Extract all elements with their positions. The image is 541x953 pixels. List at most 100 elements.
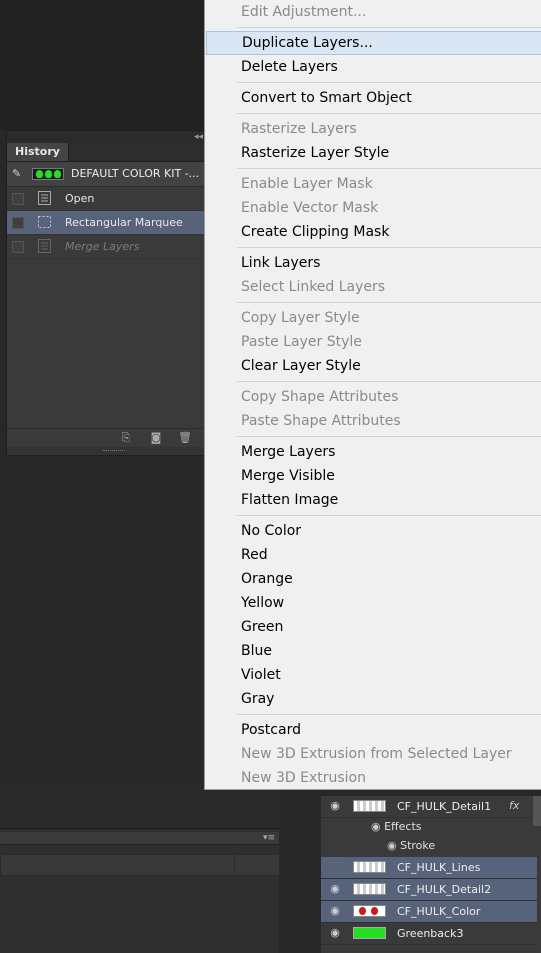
menu-item-red[interactable]: Red [206, 543, 541, 567]
eye-icon[interactable]: ◉ [329, 800, 341, 812]
fx-icon[interactable]: fx [509, 799, 519, 812]
menu-item-rasterize-layer-style[interactable]: Rasterize Layer Style [206, 141, 541, 165]
eye-icon[interactable]: ◉ [329, 905, 341, 917]
menu-item-gray[interactable]: Gray [206, 687, 541, 711]
effects-label-row[interactable]: ◉ Effects [371, 817, 422, 836]
document-icon [38, 191, 51, 205]
layer-name: CF_HULK_Color [397, 905, 481, 918]
menu-separator [237, 515, 541, 516]
tab-history[interactable]: History [7, 143, 69, 161]
panel-tabbar: ▾≡ [0, 832, 279, 845]
menu-item-enable-vector-mask: Enable Vector Mask [241, 200, 379, 216]
layer-row[interactable]: ◉ CF_HULK_Color [321, 901, 537, 923]
collapse-icon[interactable]: ◂◂ [194, 131, 203, 143]
lower-panel: ▾≡ [0, 786, 280, 953]
history-source-checkbox[interactable] [12, 241, 24, 253]
menu-item-merge-visible[interactable]: Merge Visible [206, 464, 541, 488]
trash-icon[interactable]: 🗑 [178, 431, 192, 444]
effects-label: Effects [384, 820, 422, 833]
layer-name: CF_HULK_Detail2 [397, 883, 492, 896]
layer-name: CF_HULK_Lines [397, 861, 481, 874]
eye-icon[interactable]: ◉ [329, 883, 341, 895]
menu-item-new-3d-extrusion: New 3D Extrusion [241, 770, 366, 786]
layer-thumbnail [353, 883, 386, 895]
menu-item-delete-layers[interactable]: Delete Layers [206, 55, 541, 79]
menu-separator [237, 247, 541, 248]
menu-separator [237, 82, 541, 83]
eye-icon[interactable]: ◉ [371, 820, 381, 833]
menu-separator [237, 27, 541, 28]
menu-item-clear-layer-style[interactable]: Clear Layer Style [206, 354, 541, 378]
menu-item-violet[interactable]: Violet [206, 663, 541, 687]
stroke-label: Stroke [400, 839, 436, 852]
layer-context-menu: Edit Adjustment... Duplicate Layers... Del… [204, 0, 541, 790]
layer-thumbnail [353, 927, 386, 939]
menu-item-create-clipping-mask[interactable]: Create Clipping Mask [206, 220, 541, 244]
document-icon [38, 239, 51, 253]
camera-snapshot-icon[interactable]: ◙ [149, 431, 163, 444]
stroke-effect-row[interactable]: ◉ Stroke [387, 836, 435, 855]
menu-item-new-3d-extrusion-from-selected-layer: New 3D Extrusion from Selected Layer [241, 746, 512, 762]
history-source-checkbox[interactable] [12, 217, 24, 229]
layer-name: Greenback3 [397, 927, 464, 940]
panel-menu-icon[interactable]: ▾≡ [263, 832, 275, 844]
history-source-checkbox[interactable] [12, 193, 24, 205]
menu-item-postcard[interactable]: Postcard [206, 718, 541, 742]
menu-separator [237, 168, 541, 169]
eye-icon[interactable]: ◉ [387, 839, 397, 852]
panel-resize-grip[interactable] [7, 447, 211, 455]
menu-item-merge-layers[interactable]: Merge Layers [206, 440, 541, 464]
layer-thumbnail [353, 800, 386, 812]
layers-scrollbar[interactable] [533, 796, 541, 826]
history-step-label: Open [65, 192, 95, 205]
panel-collapse-bar[interactable]: ◂◂ [7, 131, 211, 143]
menu-item-paste-layer-style: Paste Layer Style [241, 334, 362, 350]
menu-item-copy-shape-attributes: Copy Shape Attributes [241, 389, 399, 405]
layer-row[interactable]: ◉ CF_HULK_Detail2 [321, 879, 537, 901]
menu-item-yellow[interactable]: Yellow [206, 591, 541, 615]
snapshot-thumbnail [32, 168, 64, 180]
menu-item-green[interactable]: Green [206, 615, 541, 639]
history-step[interactable]: Merge Layers [7, 235, 211, 259]
menu-separator [237, 436, 541, 437]
history-step-label: Merge Layers [65, 240, 140, 253]
panel-strip [0, 786, 279, 829]
history-step[interactable]: Rectangular Marquee [7, 211, 211, 235]
menu-item-rasterize-layers: Rasterize Layers [241, 121, 357, 137]
menu-item-blue[interactable]: Blue [206, 639, 541, 663]
layer-row[interactable]: ◉ Greenback3 [321, 923, 537, 945]
menu-separator [237, 714, 541, 715]
history-snapshot-row[interactable]: ✎ DEFAULT COLOR KIT -... [7, 162, 211, 187]
layer-row[interactable]: CF_HULK_Lines [321, 857, 537, 879]
history-brush-icon[interactable]: ✎ [12, 167, 26, 181]
menu-item-select-linked-layers: Select Linked Layers [241, 279, 386, 295]
menu-item-convert-to-smart-object[interactable]: Convert to Smart Object [206, 86, 541, 110]
menu-item-duplicate-layers[interactable]: Duplicate Layers... [206, 31, 541, 55]
panel-field-small[interactable] [234, 854, 280, 876]
eye-icon[interactable]: ◉ [329, 927, 341, 939]
layer-row[interactable]: ◉ CF_HULK_Detail1 fx [321, 796, 537, 818]
menu-separator [237, 302, 541, 303]
menu-item-edit-adjustment: Edit Adjustment... [241, 4, 367, 20]
menu-item-no-color[interactable]: No Color [206, 519, 541, 543]
menu-separator [237, 381, 541, 382]
menu-item-orange[interactable]: Orange [206, 567, 541, 591]
panel-field[interactable] [0, 854, 236, 876]
history-tabbar: History [7, 143, 211, 162]
history-step[interactable]: Open [7, 187, 211, 211]
history-footer: ⎘ ◙ 🗑 [7, 428, 211, 447]
menu-separator [237, 113, 541, 114]
menu-item-copy-layer-style: Copy Layer Style [241, 310, 360, 326]
menu-item-flatten-image[interactable]: Flatten Image [206, 488, 541, 512]
menu-item-link-layers[interactable]: Link Layers [206, 251, 541, 275]
menu-item-paste-shape-attributes: Paste Shape Attributes [241, 413, 401, 429]
visibility-toggle[interactable] [330, 862, 342, 874]
new-document-from-state-icon[interactable]: ⎘ [119, 431, 133, 444]
layer-name: CF_HULK_Detail1 [397, 800, 492, 813]
layer-thumbnail [353, 905, 386, 917]
menu-item-enable-layer-mask: Enable Layer Mask [241, 176, 373, 192]
layers-panel: ◉ CF_HULK_Detail1 fx ◉ Effects ◉ Stroke … [321, 796, 541, 953]
document-canvas-area [0, 0, 205, 130]
layer-thumbnail [353, 861, 386, 873]
history-step-label: Rectangular Marquee [65, 216, 183, 229]
